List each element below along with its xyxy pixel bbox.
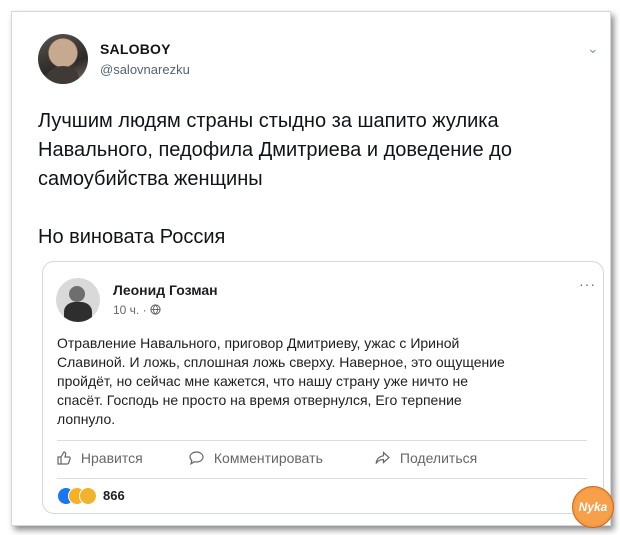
comment-button[interactable]: Комментировать (189, 450, 323, 466)
share-arrow-icon (375, 450, 394, 466)
fb-text-line: лопнуло. (57, 411, 116, 427)
share-button[interactable]: Поделиться (375, 450, 477, 466)
author-avatar[interactable] (38, 34, 88, 84)
divider (57, 440, 587, 441)
watermark-logo: Nyka (572, 486, 614, 528)
chevron-down-icon[interactable]: ⌄ (587, 40, 599, 57)
comment-label: Комментировать (213, 450, 323, 466)
share-label: Поделиться (399, 450, 478, 466)
tweet-text: Лучшим людям страны стыдно за шапито жул… (38, 107, 598, 252)
fb-author-avatar[interactable] (56, 278, 100, 322)
fb-post-time: 10 ч. · (113, 303, 147, 317)
watermark-text: Nyka (578, 500, 608, 514)
tweet-text-line: Но виновата Россия (38, 226, 226, 248)
care-reaction-icon (79, 487, 97, 505)
like-label: Нравится (80, 450, 143, 466)
reactions-count: 866 (103, 488, 125, 503)
fb-author-name[interactable]: Леонид Гозман (113, 282, 218, 298)
like-button[interactable]: Нравится (57, 450, 143, 466)
fb-action-bar: Нравится Комментировать Поделиться (57, 448, 587, 472)
author-name[interactable]: SALOBOY (100, 41, 171, 57)
tweet-text-line: самоубийства женщины (38, 168, 263, 190)
fb-text-line: пройдёт, но сейчас мне кажется, что нашу… (57, 373, 469, 389)
fb-post-text: Отравление Навального, приговор Дмитриев… (57, 334, 587, 429)
tweet-text-line: Лучшим людям страны стыдно за шапито жул… (38, 110, 499, 132)
more-dots-icon[interactable]: ··· (579, 276, 596, 292)
author-handle[interactable]: @salovnarezku (100, 62, 190, 77)
fb-post-meta: 10 ч. · (113, 303, 161, 317)
thumbs-up-icon (57, 450, 75, 466)
embedded-facebook-post[interactable]: Леонид Гозман 10 ч. · ··· Отравление Нав… (42, 261, 604, 514)
fb-text-line: Отравление Навального, приговор Дмитриев… (57, 335, 460, 351)
tweet-text-line: Навального, педофила Дмитриева и доведен… (38, 139, 512, 161)
fb-text-line: спасёт. Господь не просто на время отвер… (57, 392, 462, 408)
globe-icon (150, 303, 161, 317)
comment-icon (189, 450, 208, 466)
divider (57, 478, 587, 479)
tweet-card: SALOBOY @salovnarezku ⌄ Лучшим людям стр… (11, 11, 614, 528)
fb-text-line: Славиной. И ложь, сплошная ложь сверху. … (57, 354, 505, 370)
